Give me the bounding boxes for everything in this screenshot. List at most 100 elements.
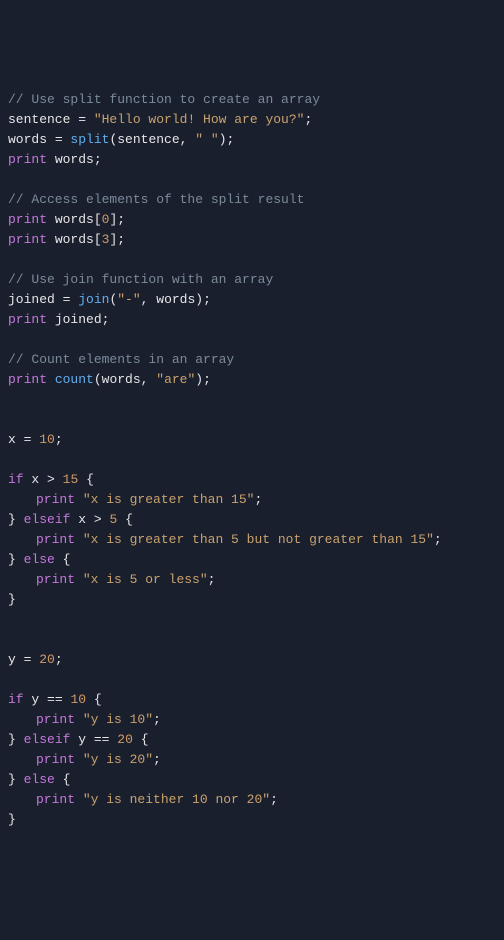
brace-close: } bbox=[8, 512, 16, 527]
code-line: y = 20; bbox=[8, 650, 496, 670]
blank-line bbox=[8, 390, 496, 410]
semicolon: ; bbox=[434, 532, 442, 547]
number-literal: 20 bbox=[39, 652, 55, 667]
code-line: // Access elements of the split result bbox=[8, 190, 496, 210]
brace-close: } bbox=[8, 552, 16, 567]
code-line: words = split(sentence, " "); bbox=[8, 130, 496, 150]
semicolon: ; bbox=[227, 132, 235, 147]
space bbox=[47, 372, 55, 387]
keyword-print: print bbox=[36, 752, 75, 767]
code-line: print words; bbox=[8, 150, 496, 170]
semicolon: ; bbox=[203, 292, 211, 307]
blank-line bbox=[8, 330, 496, 350]
space bbox=[47, 232, 55, 247]
keyword-if: if bbox=[8, 472, 24, 487]
keyword-print: print bbox=[8, 312, 47, 327]
semicolon: ; bbox=[55, 432, 63, 447]
operator: = bbox=[16, 652, 39, 667]
semicolon: ; bbox=[102, 312, 110, 327]
code-line: sentence = "Hello world! How are you?"; bbox=[8, 110, 496, 130]
semicolon: ; bbox=[153, 712, 161, 727]
code-line: // Use split function to create an array bbox=[8, 90, 496, 110]
code-line: } bbox=[8, 810, 496, 830]
code-line: if y == 10 { bbox=[8, 690, 496, 710]
semicolon: ; bbox=[55, 652, 63, 667]
keyword-print: print bbox=[8, 152, 47, 167]
blank-line bbox=[8, 450, 496, 470]
number-literal: 10 bbox=[70, 692, 86, 707]
code-line: joined = join("-", words); bbox=[8, 290, 496, 310]
blank-line bbox=[8, 610, 496, 630]
semicolon: ; bbox=[94, 152, 102, 167]
keyword-print: print bbox=[36, 532, 75, 547]
comment: // Count elements in an array bbox=[8, 352, 234, 367]
brace-open: { bbox=[141, 732, 149, 747]
semicolon: ; bbox=[117, 212, 125, 227]
identifier: words bbox=[55, 152, 94, 167]
space bbox=[75, 572, 83, 587]
operator: > bbox=[39, 472, 62, 487]
function-call: count bbox=[55, 372, 94, 387]
semicolon: ; bbox=[153, 752, 161, 767]
code-line: print joined; bbox=[8, 310, 496, 330]
function-call: split bbox=[70, 132, 109, 147]
space bbox=[47, 312, 55, 327]
keyword-if: if bbox=[8, 692, 24, 707]
identifier: sentence bbox=[8, 112, 70, 127]
operator: = bbox=[16, 432, 39, 447]
keyword-print: print bbox=[36, 492, 75, 507]
semicolon: ; bbox=[270, 792, 278, 807]
keyword-print: print bbox=[36, 792, 75, 807]
string-literal: "y is 20" bbox=[83, 752, 153, 767]
comment: // Use join function with an array bbox=[8, 272, 273, 287]
code-line: print "y is 20"; bbox=[8, 750, 496, 770]
string-literal: "y is 10" bbox=[83, 712, 153, 727]
keyword-elseif: elseif bbox=[24, 512, 71, 527]
string-literal: "x is greater than 5 but not greater tha… bbox=[83, 532, 434, 547]
space bbox=[55, 552, 63, 567]
string-literal: " " bbox=[195, 132, 218, 147]
code-line: print "y is neither 10 nor 20"; bbox=[8, 790, 496, 810]
paren-close: ) bbox=[219, 132, 227, 147]
code-line: print count(words, "are"); bbox=[8, 370, 496, 390]
number-literal: 20 bbox=[117, 732, 133, 747]
bracket-open: [ bbox=[94, 232, 102, 247]
code-line: } else { bbox=[8, 770, 496, 790]
code-line: } else { bbox=[8, 550, 496, 570]
space bbox=[75, 532, 83, 547]
argument: words bbox=[102, 372, 141, 387]
identifier: words bbox=[55, 232, 94, 247]
space bbox=[55, 772, 63, 787]
space bbox=[47, 152, 55, 167]
space bbox=[75, 752, 83, 767]
semicolon: ; bbox=[254, 492, 262, 507]
code-line: // Count elements in an array bbox=[8, 350, 496, 370]
code-line: // Use join function with an array bbox=[8, 270, 496, 290]
code-line: } bbox=[8, 590, 496, 610]
blank-line bbox=[8, 630, 496, 650]
blank-line bbox=[8, 250, 496, 270]
keyword-print: print bbox=[8, 372, 47, 387]
semicolon: ; bbox=[117, 232, 125, 247]
brace-open: { bbox=[86, 472, 94, 487]
code-line: } elseif x > 5 { bbox=[8, 510, 496, 530]
semicolon: ; bbox=[203, 372, 211, 387]
keyword-print: print bbox=[8, 232, 47, 247]
space bbox=[78, 472, 86, 487]
string-literal: "x is 5 or less" bbox=[83, 572, 208, 587]
code-line: print "x is 5 or less"; bbox=[8, 570, 496, 590]
string-literal: "Hello world! How are you?" bbox=[94, 112, 305, 127]
identifier: words bbox=[55, 212, 94, 227]
blank-line bbox=[8, 670, 496, 690]
operator: = bbox=[70, 112, 93, 127]
brace-close: } bbox=[8, 772, 16, 787]
identifier: joined bbox=[55, 312, 102, 327]
brace-close: } bbox=[8, 732, 16, 747]
code-line: print "y is 10"; bbox=[8, 710, 496, 730]
identifier: words bbox=[8, 132, 47, 147]
brace-open: { bbox=[63, 772, 71, 787]
code-line: print words[0]; bbox=[8, 210, 496, 230]
identifier: y bbox=[8, 652, 16, 667]
function-call: join bbox=[78, 292, 109, 307]
code-line: print "x is greater than 15"; bbox=[8, 490, 496, 510]
